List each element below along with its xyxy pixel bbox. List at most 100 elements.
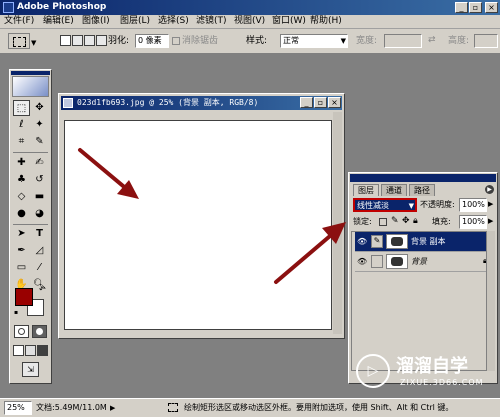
menu-layer[interactable]: 图层(L) xyxy=(120,15,150,28)
tab-channels[interactable]: 通道 xyxy=(381,184,407,196)
lock-all-icon[interactable]: 🔒︎ xyxy=(413,216,418,226)
opacity-arrow-icon[interactable]: ▶ xyxy=(488,200,493,208)
document-window: 023d1fb693.jpg @ 25% (背景 副本, RGB/8) _ ▫ … xyxy=(58,93,345,339)
minimize-button[interactable]: _ xyxy=(455,2,468,13)
menu-edit[interactable]: 编辑(E) xyxy=(43,15,74,28)
add-selection-icon[interactable] xyxy=(72,35,83,46)
menu-image[interactable]: 图像(I) xyxy=(82,15,110,28)
magic-wand-icon[interactable]: ✦ xyxy=(31,117,48,133)
layer-name: 背景 副本 xyxy=(411,237,446,246)
blur-tool-icon[interactable]: ● xyxy=(13,206,30,222)
antialias-checkbox[interactable] xyxy=(172,37,180,45)
path-selection-icon[interactable]: ➤ xyxy=(13,226,30,242)
shape-tool-icon[interactable]: ◿ xyxy=(31,243,48,259)
layer-row-background[interactable]: 👁︎ 背景 🔒︎ xyxy=(355,252,495,272)
marquee-preset-icon[interactable] xyxy=(8,33,30,49)
doc-minimize-button[interactable]: _ xyxy=(300,97,313,108)
standard-mode-icon[interactable] xyxy=(14,325,29,338)
subtract-selection-icon[interactable] xyxy=(84,35,95,46)
height-input[interactable] xyxy=(474,34,498,48)
doc-maximize-button[interactable]: ▫ xyxy=(314,97,327,108)
jump-to-imageready-icon[interactable]: ⇲ xyxy=(22,362,39,377)
status-hint: 绘制矩形选区或移动选区外框。要用附加选项，使用 Shift、Alt 和 Ctrl… xyxy=(184,403,454,412)
tool-separator xyxy=(13,224,48,225)
style-select[interactable]: 正常 ▼ xyxy=(280,34,348,48)
doc-size-info[interactable]: 文档:5.49M/11.0M xyxy=(36,401,107,415)
lock-label: 锁定: xyxy=(353,217,372,226)
quick-mask-icon[interactable] xyxy=(32,325,47,338)
eyedropper-icon[interactable]: ⁄ xyxy=(31,260,48,276)
swap-colors-icon[interactable]: ↶ xyxy=(39,285,46,294)
lock-pixels-icon[interactable]: ✎ xyxy=(391,216,399,226)
foreground-color-swatch[interactable] xyxy=(15,288,33,306)
menu-window[interactable]: 窗口(W) xyxy=(272,15,306,28)
menu-bar: 文件(F) 编辑(E) 图像(I) 图层(L) 选择(S) 滤镜(T) 视图(V… xyxy=(0,15,500,29)
width-input[interactable] xyxy=(384,34,422,48)
doc-close-button[interactable]: × xyxy=(328,97,341,108)
layer-name: 背景 xyxy=(411,257,427,266)
menu-view[interactable]: 视图(V) xyxy=(234,15,265,28)
tool-separator xyxy=(13,152,48,153)
default-colors-icon[interactable]: ▪ xyxy=(14,309,22,317)
move-tool-icon[interactable]: ✥ xyxy=(31,100,48,116)
blend-mode-select[interactable]: 线性减淡 ▼ xyxy=(353,198,417,212)
clone-stamp-icon[interactable]: ♣ xyxy=(13,172,30,188)
palette-title-bar xyxy=(350,174,496,182)
tab-paths[interactable]: 路径 xyxy=(409,184,435,196)
chevron-down-icon: ▼ xyxy=(340,37,346,45)
opacity-label: 不透明度: xyxy=(420,200,455,209)
watermark-url: ZIXUE.3D66.COM xyxy=(400,378,484,387)
feather-label: 羽化: xyxy=(108,36,130,46)
history-brush-icon[interactable]: ↺ xyxy=(31,172,48,188)
lock-transparency-icon[interactable] xyxy=(379,218,387,226)
eye-icon[interactable]: 👁︎ xyxy=(357,257,367,266)
marquee-hint-icon xyxy=(168,403,178,412)
toolbox: ⬚ ✥ ℓ ✦ ⌗ ✎ ✚ ✍ ♣ ↺ ◇ ▬ ● ◕ ➤ T ✒ ◿ ▭ ⁄ … xyxy=(9,69,52,384)
lasso-tool-icon[interactable]: ℓ xyxy=(13,117,30,133)
palette-menu-icon[interactable]: ▶ xyxy=(485,185,494,194)
eye-icon[interactable]: 👁︎ xyxy=(357,237,367,246)
status-menu-icon[interactable]: ▶ xyxy=(110,404,115,412)
feather-input[interactable]: 0 像素 xyxy=(135,34,169,48)
gradient-tool-icon[interactable]: ▬ xyxy=(31,189,48,205)
eraser-tool-icon[interactable]: ◇ xyxy=(13,189,30,205)
dodge-tool-icon[interactable]: ◕ xyxy=(31,206,48,222)
photoshop-logo-icon xyxy=(3,2,14,13)
chevron-down-icon: ▼ xyxy=(408,202,414,210)
slice-tool-icon[interactable]: ✎ xyxy=(31,134,48,150)
menu-select[interactable]: 选择(S) xyxy=(158,15,189,28)
lock-position-icon[interactable]: ✥ xyxy=(402,216,410,226)
pen-tool-icon[interactable]: ✒ xyxy=(13,243,30,259)
watermark-brand: 溜溜自学 xyxy=(396,356,468,377)
screen-mode-full-icon[interactable] xyxy=(37,345,48,356)
screen-mode-full-menu-icon[interactable] xyxy=(25,345,36,356)
close-button[interactable]: × xyxy=(485,2,498,13)
notes-tool-icon[interactable]: ▭ xyxy=(13,260,30,276)
type-tool-icon[interactable]: T xyxy=(31,226,48,242)
adobe-feather-icon[interactable] xyxy=(12,76,49,97)
style-label: 样式: xyxy=(246,36,268,46)
layer-row-background-copy[interactable]: 👁︎ ✎ 背景 副本 xyxy=(355,232,495,252)
opacity-input[interactable]: 100% xyxy=(459,198,487,212)
marquee-tool-icon[interactable]: ⬚ xyxy=(13,100,30,116)
fill-input[interactable]: 100% xyxy=(459,215,487,229)
maximize-button[interactable]: ▫ xyxy=(469,2,482,13)
preset-dropdown-icon[interactable]: ▼ xyxy=(31,39,36,47)
menu-file[interactable]: 文件(F) xyxy=(4,15,34,28)
menu-help[interactable]: 帮助(H) xyxy=(310,15,342,28)
fill-arrow-icon[interactable]: ▶ xyxy=(488,217,493,225)
fill-label: 填充: xyxy=(432,217,451,226)
watermark: ▷ 溜溜自学 ZIXUE.3D66.COM xyxy=(350,348,500,398)
tab-layers[interactable]: 图层 xyxy=(353,184,379,196)
brush-tool-icon[interactable]: ✍ xyxy=(31,155,48,171)
brush-link-icon: ✎ xyxy=(371,235,383,248)
intersect-selection-icon[interactable] xyxy=(96,35,107,46)
screen-mode-standard-icon[interactable] xyxy=(13,345,24,356)
menu-filter[interactable]: 滤镜(T) xyxy=(196,15,227,28)
new-selection-icon[interactable] xyxy=(60,35,71,46)
zoom-field[interactable]: 25% xyxy=(4,401,32,415)
layer-thumbnail xyxy=(386,254,408,269)
swap-dimensions-icon[interactable]: ⇄ xyxy=(428,35,436,45)
healing-brush-icon[interactable]: ✚ xyxy=(13,155,30,171)
crop-tool-icon[interactable]: ⌗ xyxy=(13,134,30,150)
